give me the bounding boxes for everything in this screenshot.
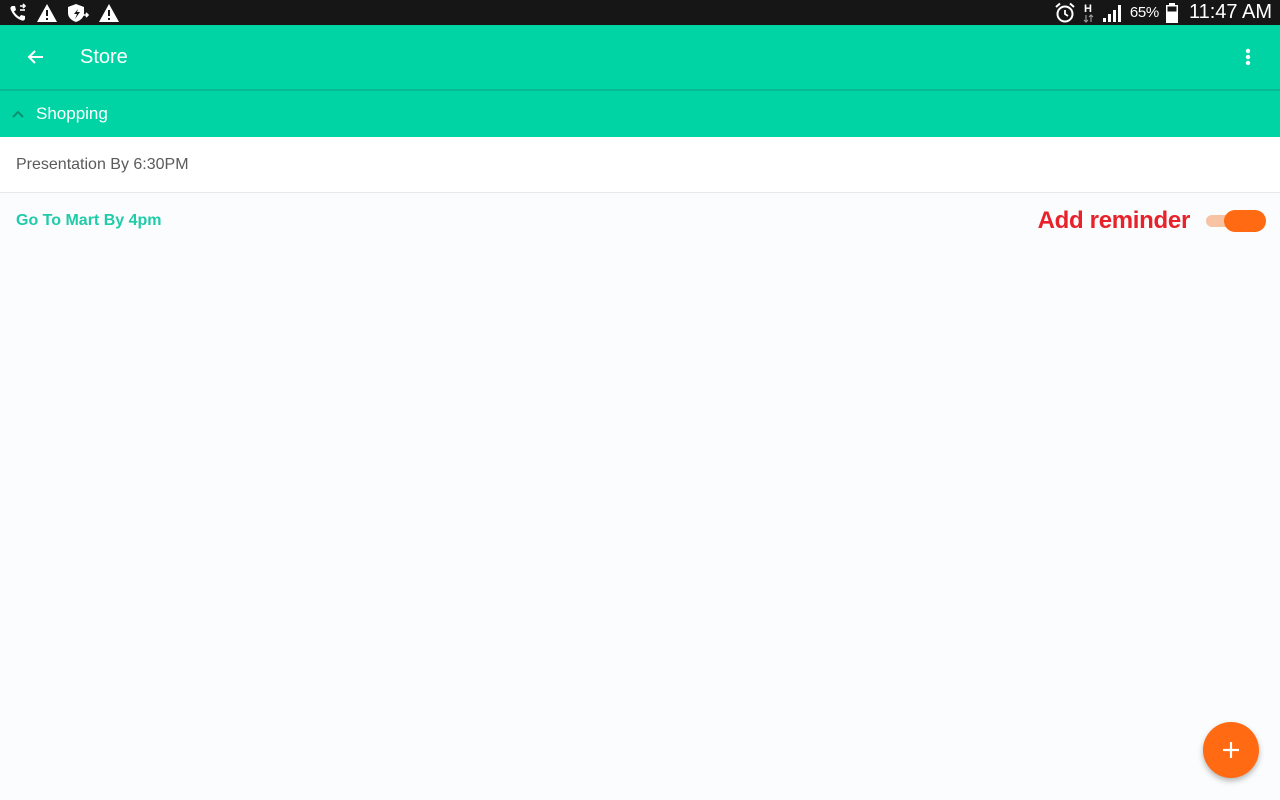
signal-icon [1102,0,1124,25]
task-title: Go To Mart By 4pm [16,212,162,229]
task-title: Presentation By 6:30PM [16,155,189,173]
call-forward-icon [8,0,28,25]
warning-icon [36,0,58,25]
more-vert-icon [1245,48,1251,66]
status-time: 11:47 AM [1188,1,1272,23]
status-bar: H 65% 11:47 AM [0,0,1280,25]
add-task-button[interactable] [1203,722,1259,778]
back-button[interactable] [0,25,72,89]
network-type-text: H [1084,3,1092,15]
battery-percent: 65% [1129,4,1159,21]
arrow-back-icon [27,50,43,64]
plus-icon [1223,742,1239,758]
reminder-control: Add reminder [1038,193,1266,249]
status-left-icons [8,0,120,25]
section-header-shopping[interactable]: Shopping [0,89,1280,137]
network-h-icon: H [1082,0,1096,25]
warning-icon [98,0,120,25]
overflow-menu-button[interactable] [1232,41,1264,73]
reminder-toggle[interactable] [1202,209,1266,233]
app-bar: Store [0,25,1280,89]
alarm-icon [1054,0,1076,25]
task-row[interactable]: Go To Mart By 4pm Add reminder [0,193,1280,249]
shield-icon [66,0,90,25]
task-row[interactable]: Presentation By 6:30PM [0,137,1280,193]
section-title: Shopping [36,104,108,123]
status-right-icons: H 65% 11:47 AM [1054,0,1272,25]
toggle-thumb [1224,210,1266,232]
battery-icon [1165,0,1179,25]
page-title: Store [80,45,128,68]
add-reminder-label: Add reminder [1037,207,1191,234]
chevron-up-icon [0,92,36,136]
